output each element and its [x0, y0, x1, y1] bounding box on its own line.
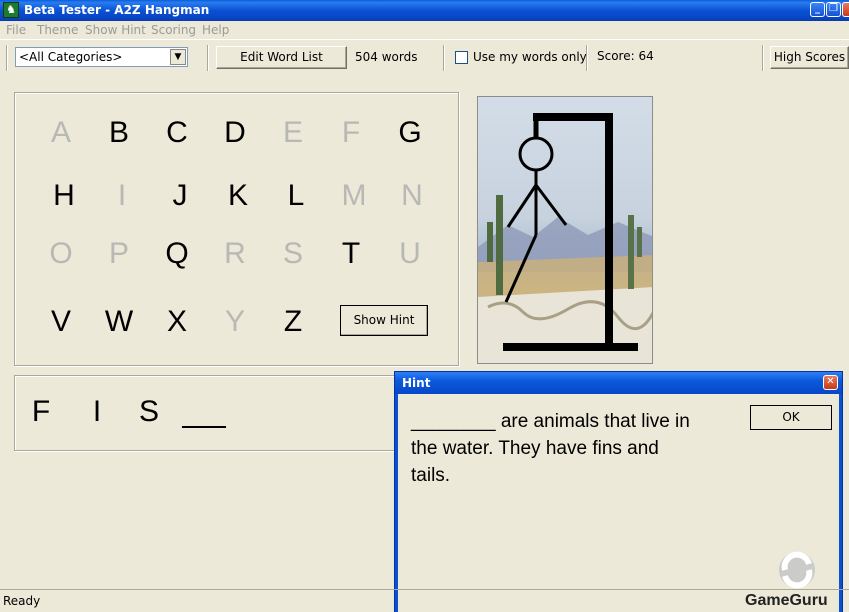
- gameguru-logo-icon: [779, 551, 815, 589]
- letter-button-t[interactable]: T: [331, 237, 371, 271]
- close-icon[interactable]: ✕: [823, 375, 838, 390]
- letter-button-n[interactable]: N: [392, 179, 432, 213]
- hangman-drawing: [478, 97, 652, 363]
- letter-button-x[interactable]: X: [157, 305, 197, 339]
- menu-file[interactable]: File: [6, 23, 26, 37]
- category-select[interactable]: <All Categories> ▼: [15, 47, 188, 67]
- toolbar-separator: [762, 45, 764, 71]
- minimize-icon[interactable]: _: [810, 2, 825, 17]
- word-panel: [14, 375, 459, 451]
- word-letter: F: [31, 395, 51, 428]
- letter-button-u[interactable]: U: [390, 237, 430, 271]
- app-icon[interactable]: ♞: [3, 2, 19, 18]
- menu-help[interactable]: Help: [202, 23, 229, 37]
- toolbar-separator: [6, 45, 8, 71]
- gameguru-watermark: GameGuru: [745, 548, 845, 610]
- toolbar-separator: [207, 45, 209, 71]
- letter-button-b[interactable]: B: [99, 116, 139, 150]
- letter-button-m[interactable]: M: [334, 179, 374, 213]
- letter-button-z[interactable]: Z: [273, 305, 313, 339]
- letter-button-l[interactable]: L: [276, 179, 316, 213]
- window-title: Beta Tester - A2Z Hangman: [24, 3, 210, 17]
- gallows-base: [503, 343, 638, 351]
- cactus: [496, 195, 503, 295]
- menu-show-hint[interactable]: Show Hint: [85, 23, 146, 37]
- letter-button-p[interactable]: P: [99, 237, 139, 271]
- high-scores-button[interactable]: High Scores: [770, 46, 849, 69]
- word-letter: I: [92, 395, 102, 428]
- letter-button-r[interactable]: R: [215, 237, 255, 271]
- letter-button-y[interactable]: Y: [215, 305, 255, 339]
- letter-button-v[interactable]: V: [41, 305, 81, 339]
- status-bar: Ready: [0, 589, 849, 612]
- score-display: Score: 64: [597, 49, 654, 63]
- hangman-picture: [477, 96, 653, 364]
- letter-button-f[interactable]: F: [331, 116, 371, 150]
- toolbar-separator: [586, 45, 588, 71]
- chevron-down-icon[interactable]: ▼: [170, 49, 186, 65]
- letter-button-e[interactable]: E: [273, 116, 313, 150]
- word-letter: S: [138, 395, 159, 428]
- letter-button-s[interactable]: S: [273, 237, 313, 271]
- status-text: Ready: [3, 594, 41, 608]
- hint-dialog-title-bar[interactable]: Hint ✕: [395, 372, 842, 394]
- letter-button-w[interactable]: W: [99, 305, 139, 339]
- letter-button-d[interactable]: D: [215, 116, 255, 150]
- letter-button-h[interactable]: H: [44, 179, 84, 213]
- cactus-arm: [637, 227, 642, 257]
- menu-bar: File Theme Show Hint Scoring Help: [0, 21, 849, 39]
- category-select-value: <All Categories>: [19, 50, 123, 64]
- close-icon[interactable]: [842, 2, 849, 17]
- letter-button-j[interactable]: J: [160, 179, 200, 213]
- letter-button-q[interactable]: Q: [157, 237, 197, 271]
- watermark-text: GameGuru: [745, 592, 828, 609]
- letter-button-i[interactable]: I: [102, 179, 142, 213]
- menu-theme[interactable]: Theme: [37, 23, 78, 37]
- ok-button[interactable]: OK: [750, 405, 832, 430]
- cactus: [628, 215, 634, 289]
- word-blank: [182, 426, 226, 428]
- letter-button-g[interactable]: G: [390, 116, 430, 150]
- hint-dialog-title: Hint: [402, 376, 431, 390]
- use-my-words-checkbox[interactable]: [455, 51, 468, 64]
- restore-icon[interactable]: ❐: [826, 2, 841, 17]
- letter-button-o[interactable]: O: [41, 237, 81, 271]
- word-count: 504 words: [355, 50, 418, 64]
- title-bar[interactable]: ♞ Beta Tester - A2Z Hangman _ ❐: [0, 0, 849, 21]
- cactus-arm: [487, 222, 493, 262]
- hint-text: ________ are animals that live in the wa…: [411, 411, 690, 486]
- gallows-post: [605, 113, 613, 349]
- gallows-beam: [533, 113, 612, 121]
- letter-button-k[interactable]: K: [218, 179, 258, 213]
- show-hint-button[interactable]: Show Hint: [340, 305, 428, 336]
- edit-word-list-button[interactable]: Edit Word List: [216, 46, 347, 69]
- toolbar: <All Categories> ▼ Edit Word List 504 wo…: [0, 39, 849, 73]
- letter-button-c[interactable]: C: [157, 116, 197, 150]
- menu-scoring[interactable]: Scoring: [151, 23, 196, 37]
- toolbar-separator: [443, 45, 445, 71]
- use-my-words-label[interactable]: Use my words only: [473, 50, 587, 64]
- letter-button-a[interactable]: A: [41, 116, 81, 150]
